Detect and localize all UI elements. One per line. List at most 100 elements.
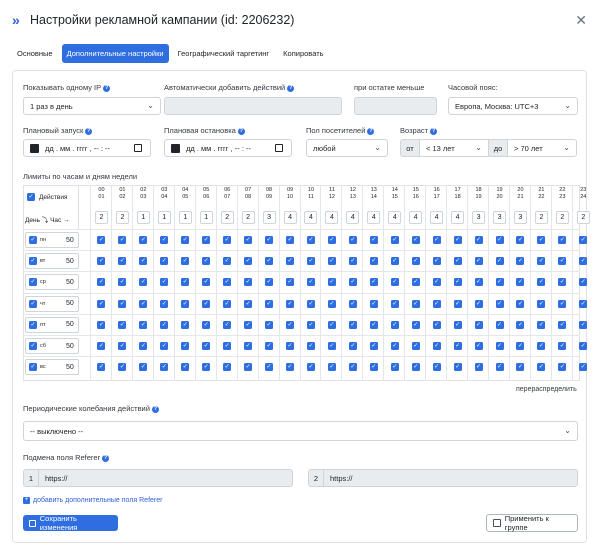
hour-day-checkbox[interactable]: ✓ bbox=[474, 342, 483, 350]
hour-limit-input[interactable]: 4 bbox=[388, 211, 402, 224]
add-referer-link[interactable]: + добавить дополнительные поля Referer bbox=[23, 497, 162, 504]
hour-day-checkbox[interactable]: ✓ bbox=[558, 342, 567, 350]
tab-copy[interactable]: Копировать bbox=[278, 44, 328, 63]
hour-day-checkbox[interactable]: ✓ bbox=[495, 320, 504, 329]
hour-day-checkbox[interactable]: ✓ bbox=[286, 299, 295, 308]
day-limit-input[interactable]: 50 bbox=[66, 364, 74, 371]
hour-day-checkbox[interactable]: ✓ bbox=[202, 278, 211, 287]
hour-day-checkbox[interactable]: ✓ bbox=[118, 236, 127, 244]
hour-limit-input[interactable]: 4 bbox=[430, 211, 444, 224]
hour-day-checkbox[interactable]: ✓ bbox=[369, 342, 378, 350]
tab-geo-targeting[interactable]: Географический таргетинг bbox=[173, 44, 275, 63]
show-one-ip-select[interactable]: 1 раз в день ⌄ bbox=[23, 97, 161, 115]
hour-day-checkbox[interactable]: ✓ bbox=[537, 257, 546, 266]
hour-day-checkbox[interactable]: ✓ bbox=[223, 236, 232, 244]
hour-day-checkbox[interactable]: ✓ bbox=[160, 320, 169, 329]
hour-day-checkbox[interactable]: ✓ bbox=[369, 299, 378, 308]
hour-day-checkbox[interactable]: ✓ bbox=[286, 320, 295, 329]
day-checkbox[interactable]: ✓ bbox=[29, 278, 37, 287]
day-limit-input[interactable]: 50 bbox=[66, 300, 74, 307]
hour-day-checkbox[interactable]: ✓ bbox=[390, 320, 399, 329]
day-checkbox[interactable]: ✓ bbox=[29, 320, 37, 329]
auto-add-input[interactable] bbox=[164, 97, 342, 115]
hour-day-checkbox[interactable]: ✓ bbox=[537, 278, 546, 287]
hour-day-checkbox[interactable]: ✓ bbox=[202, 342, 211, 350]
hour-day-checkbox[interactable]: ✓ bbox=[453, 278, 462, 287]
hour-day-checkbox[interactable]: ✓ bbox=[537, 236, 546, 244]
hour-day-checkbox[interactable]: ✓ bbox=[223, 278, 232, 287]
hour-day-checkbox[interactable]: ✓ bbox=[558, 299, 567, 308]
hour-day-checkbox[interactable]: ✓ bbox=[453, 363, 462, 372]
hour-limit-input[interactable]: 4 bbox=[283, 211, 297, 224]
hour-day-checkbox[interactable]: ✓ bbox=[181, 236, 190, 244]
hour-day-checkbox[interactable]: ✓ bbox=[139, 278, 148, 287]
hour-day-checkbox[interactable]: ✓ bbox=[453, 257, 462, 266]
calendar-picker-icon[interactable] bbox=[134, 144, 142, 152]
help-icon[interactable]: ? bbox=[102, 454, 110, 462]
hour-day-checkbox[interactable]: ✓ bbox=[160, 278, 169, 287]
hour-day-checkbox[interactable]: ✓ bbox=[432, 363, 441, 372]
hour-limit-input[interactable]: 4 bbox=[409, 211, 423, 224]
hour-day-checkbox[interactable]: ✓ bbox=[474, 257, 483, 266]
gender-select[interactable]: любой ⌄ bbox=[306, 139, 388, 157]
hour-day-checkbox[interactable]: ✓ bbox=[202, 257, 211, 266]
hour-day-checkbox[interactable]: ✓ bbox=[306, 363, 315, 372]
hour-day-checkbox[interactable]: ✓ bbox=[202, 236, 211, 244]
hour-day-checkbox[interactable]: ✓ bbox=[474, 299, 483, 308]
hour-day-checkbox[interactable]: ✓ bbox=[244, 363, 253, 372]
day-limit-input[interactable]: 50 bbox=[66, 279, 74, 286]
hour-day-checkbox[interactable]: ✓ bbox=[286, 257, 295, 266]
hour-day-checkbox[interactable]: ✓ bbox=[118, 278, 127, 287]
hour-day-checkbox[interactable]: ✓ bbox=[453, 342, 462, 350]
apply-group-button[interactable]: Применить к группе bbox=[486, 514, 578, 532]
hour-day-checkbox[interactable]: ✓ bbox=[390, 257, 399, 266]
hour-day-checkbox[interactable]: ✓ bbox=[579, 236, 588, 244]
hour-day-checkbox[interactable]: ✓ bbox=[244, 278, 253, 287]
hour-limit-input[interactable]: 2 bbox=[94, 211, 108, 224]
age-to-select[interactable]: > 70 лет ⌄ bbox=[507, 139, 577, 157]
hour-day-checkbox[interactable]: ✓ bbox=[181, 320, 190, 329]
remaining-input[interactable] bbox=[354, 97, 437, 115]
hour-day-checkbox[interactable]: ✓ bbox=[244, 257, 253, 266]
hour-day-checkbox[interactable]: ✓ bbox=[306, 236, 315, 244]
help-icon[interactable]: ? bbox=[85, 127, 93, 135]
hour-day-checkbox[interactable]: ✓ bbox=[265, 278, 274, 287]
hour-day-checkbox[interactable]: ✓ bbox=[579, 278, 588, 287]
hour-day-checkbox[interactable]: ✓ bbox=[348, 342, 357, 350]
hour-day-checkbox[interactable]: ✓ bbox=[306, 299, 315, 308]
hour-day-checkbox[interactable]: ✓ bbox=[432, 257, 441, 266]
hour-day-checkbox[interactable]: ✓ bbox=[579, 257, 588, 266]
hour-day-checkbox[interactable]: ✓ bbox=[202, 299, 211, 308]
hour-day-checkbox[interactable]: ✓ bbox=[265, 363, 274, 372]
hour-day-checkbox[interactable]: ✓ bbox=[516, 363, 525, 372]
all-actions-checkbox[interactable]: ✓ bbox=[27, 193, 35, 201]
hour-day-checkbox[interactable]: ✓ bbox=[390, 278, 399, 287]
hour-day-checkbox[interactable]: ✓ bbox=[327, 342, 336, 350]
hour-day-checkbox[interactable]: ✓ bbox=[369, 363, 378, 372]
help-icon[interactable]: ? bbox=[151, 405, 159, 413]
hour-day-checkbox[interactable]: ✓ bbox=[369, 320, 378, 329]
hour-day-checkbox[interactable]: ✓ bbox=[453, 236, 462, 244]
hour-day-checkbox[interactable]: ✓ bbox=[244, 342, 253, 350]
hour-day-checkbox[interactable]: ✓ bbox=[118, 363, 127, 372]
hour-day-checkbox[interactable]: ✓ bbox=[97, 257, 106, 266]
hour-day-checkbox[interactable]: ✓ bbox=[516, 236, 525, 244]
hour-day-checkbox[interactable]: ✓ bbox=[265, 342, 274, 350]
help-icon[interactable]: ? bbox=[237, 127, 245, 135]
hour-day-checkbox[interactable]: ✓ bbox=[97, 363, 106, 372]
hour-day-checkbox[interactable]: ✓ bbox=[181, 299, 190, 308]
hour-limit-input[interactable]: 3 bbox=[472, 211, 486, 224]
hour-day-checkbox[interactable]: ✓ bbox=[432, 299, 441, 308]
day-checkbox[interactable]: ✓ bbox=[29, 236, 37, 244]
hour-day-checkbox[interactable]: ✓ bbox=[286, 278, 295, 287]
hour-limit-input[interactable]: 3 bbox=[493, 211, 507, 224]
hour-day-checkbox[interactable]: ✓ bbox=[474, 363, 483, 372]
help-icon[interactable]: ? bbox=[103, 84, 111, 92]
planned-start-input[interactable]: дд . мм . гггг , -- : -- bbox=[23, 139, 151, 157]
hour-limit-input[interactable]: 2 bbox=[555, 211, 569, 224]
hour-day-checkbox[interactable]: ✓ bbox=[558, 363, 567, 372]
hour-day-checkbox[interactable]: ✓ bbox=[306, 342, 315, 350]
hour-day-checkbox[interactable]: ✓ bbox=[474, 278, 483, 287]
hour-day-checkbox[interactable]: ✓ bbox=[244, 299, 253, 308]
hour-day-checkbox[interactable]: ✓ bbox=[537, 320, 546, 329]
